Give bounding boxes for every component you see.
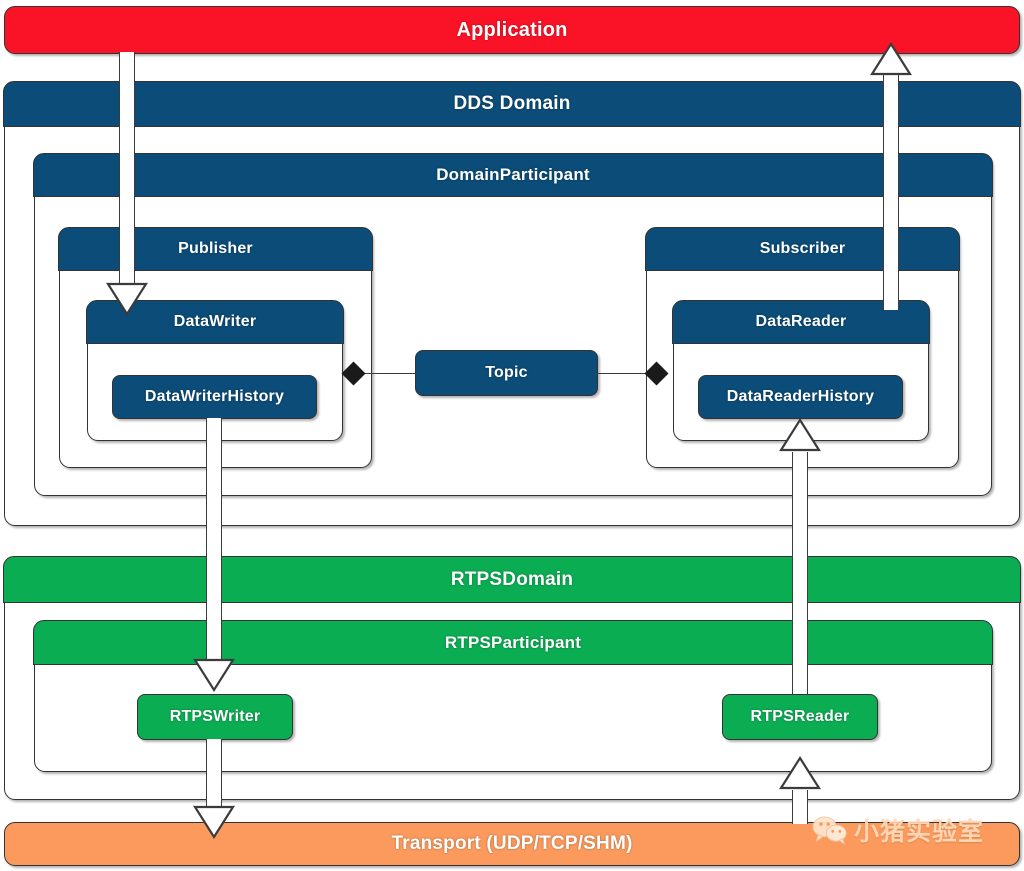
diagram-canvas: Application DDS Domain DomainParticipant… [0, 0, 1024, 871]
arrowhead-down-writerhistory-to-rtpswriter [193, 658, 235, 693]
node-application[interactable]: Application [4, 6, 1020, 54]
arrowhead-down-rtpswriter-to-transport [193, 805, 235, 840]
node-subscriber-header: Subscriber [645, 227, 960, 272]
node-publisher-header: Publisher [58, 227, 373, 272]
node-topic[interactable]: Topic [415, 350, 598, 396]
node-transport[interactable]: Transport (UDP/TCP/SHM) [4, 822, 1020, 866]
arrow-shaft-writerhistory-to-rtpswriter [206, 418, 222, 660]
arrow-shaft-transport-to-rtpsreader [792, 790, 808, 824]
node-dds-domain-header: DDS Domain [3, 81, 1021, 128]
node-rtps-reader[interactable]: RTPSReader [722, 694, 878, 740]
arrow-shaft-rtpswriter-to-transport [206, 739, 222, 807]
node-data-writer-history[interactable]: DataWriterHistory [112, 375, 317, 419]
arrowhead-up-transport-to-rtpsreader [779, 755, 821, 790]
arrow-shaft-application-to-datawriter [119, 52, 135, 284]
node-rtps-participant-header: RTPSParticipant [33, 620, 993, 666]
node-rtps-domain-header: RTPSDomain [3, 556, 1021, 604]
node-rtps-writer[interactable]: RTPSWriter [137, 694, 293, 740]
arrowhead-up-datareader-to-application [870, 41, 912, 76]
arrow-shaft-datareader-to-application [883, 74, 899, 310]
arrow-shaft-rtpsreader-to-readerhistory [792, 452, 808, 694]
arrowhead-up-rtpsreader-to-readerhistory [779, 417, 821, 452]
node-data-reader-history[interactable]: DataReaderHistory [698, 375, 903, 419]
arrowhead-down-application-to-datawriter [106, 282, 148, 317]
node-domain-participant-header: DomainParticipant [33, 153, 993, 198]
